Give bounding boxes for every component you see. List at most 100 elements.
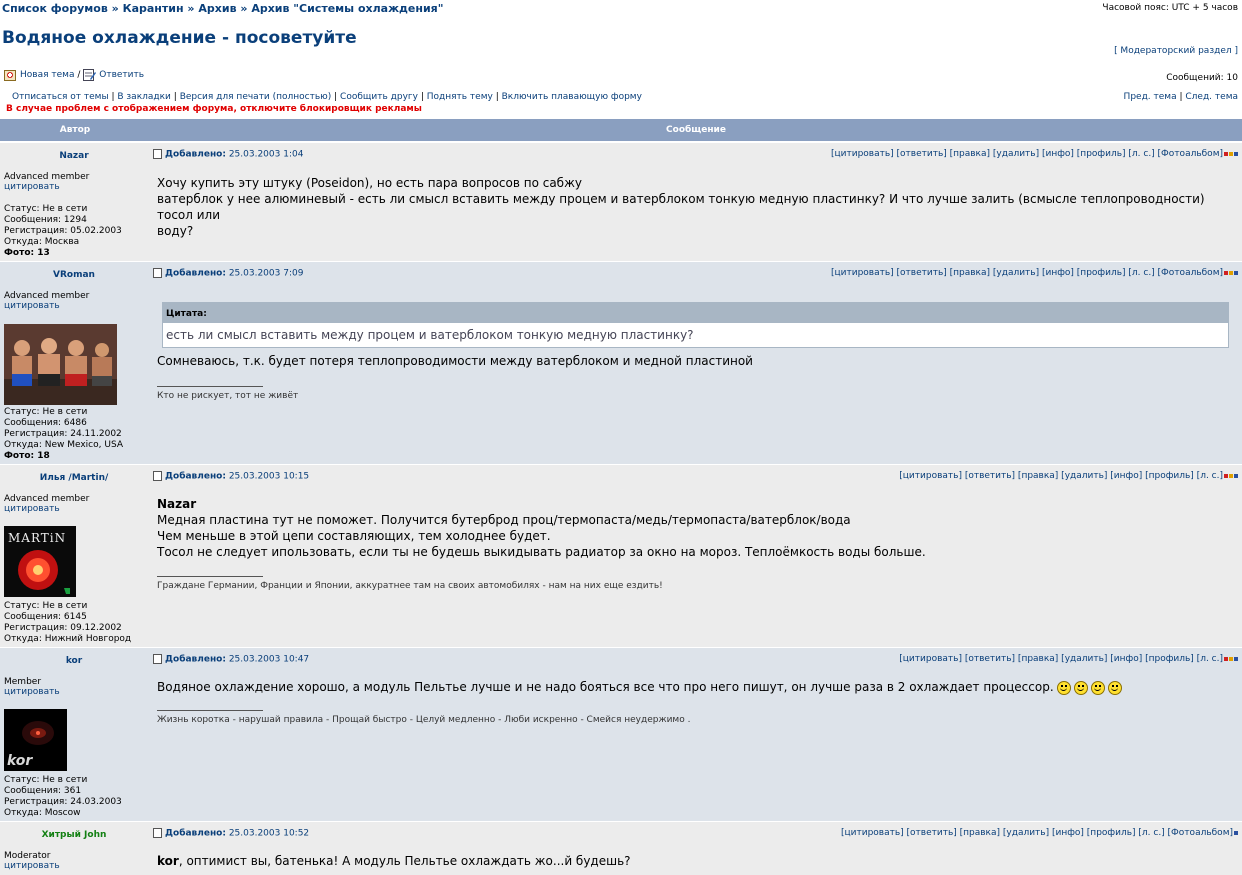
floating-form-link[interactable]: Включить плавающую форму (502, 92, 642, 102)
user-rank: Advanced member (4, 172, 90, 182)
user-registration: Регистрация: 05.02.2003 (4, 226, 122, 236)
addressee-name[interactable]: Nazar (157, 496, 926, 512)
message-count: Сообщений: 10 (1166, 73, 1238, 83)
post-text-line: Водяное охлаждение хорошо, а модуль Пель… (157, 680, 1054, 694)
post-header: Добавлено: 25.03.2003 10:52 (153, 828, 309, 839)
cite-link[interactable]: цитировать (4, 182, 144, 192)
breadcrumb-forums-link[interactable]: Список форумов (2, 2, 108, 15)
topic-navigation: Пред. тема | След. тема (1124, 92, 1238, 102)
post-buttons[interactable]: [цитировать] [ответить] [правка] [удалит… (899, 654, 1238, 664)
post-author-panel: Илья /Martin/ Advanced member цитировать (4, 465, 144, 514)
prev-topic-link[interactable]: Пред. тема (1124, 92, 1177, 102)
post-icon (153, 268, 162, 278)
user-registration: Регистрация: 09.12.2002 (4, 623, 122, 633)
smiley-icon (1056, 680, 1071, 695)
smiley-icon (1107, 680, 1122, 695)
reply-link[interactable]: Ответить (99, 70, 144, 80)
breadcrumb-quarantine-link[interactable]: Карантин (123, 2, 184, 15)
added-label: Добавлено: (165, 471, 226, 482)
timezone-label: Часовой пояс: UTC + 5 часов (1102, 3, 1238, 13)
cite-link[interactable]: цитировать (4, 687, 144, 697)
cite-link[interactable]: цитировать (4, 861, 144, 871)
unsubscribe-link[interactable]: Отписаться от темы (12, 92, 109, 102)
tell-friend-link[interactable]: Сообщить другу (340, 92, 418, 102)
post-author-panel: Хитрый John Moderator цитировать (4, 822, 144, 871)
addressee-name[interactable]: kor (157, 854, 179, 868)
avatar: kor (4, 709, 67, 771)
user-location: Откуда: Нижний Новгород (4, 634, 132, 644)
post-date: 25.03.2003 1:04 (228, 149, 304, 160)
post-action-links[interactable]: [цитировать] [ответить] [правка] [удалит… (841, 828, 1233, 838)
post-author-name[interactable]: kor (0, 656, 148, 666)
post-text-line: Сомневаюсь, т.к. будет потеря теплопрово… (157, 354, 753, 368)
author-column-header: Автор (59, 125, 91, 135)
status-dot-icon (1234, 656, 1238, 661)
signature: Жизнь коротка - нарушай правила - Прощай… (157, 710, 690, 725)
signature-divider (157, 576, 263, 577)
user-post-count: Сообщения: 6145 (4, 612, 87, 622)
post-text: Nazar Медная пластина тут не поможет. По… (157, 496, 926, 560)
cite-link[interactable]: цитировать (4, 504, 144, 514)
status-dot-icon (1224, 473, 1228, 478)
quote-text: есть ли смысл вставить между процем и ва… (166, 328, 694, 342)
post: VRoman Advanced member цитировать Статус… (0, 261, 1242, 464)
status-dot-icon (1224, 270, 1228, 275)
breadcrumb-separator: » (111, 2, 119, 15)
status-dot-icon (1234, 830, 1238, 835)
post-author-name[interactable]: Илья /Martin/ (0, 473, 148, 483)
status-dot-icon (1234, 473, 1238, 478)
post-text-line: ватерблок у нее алюминевый - есть ли смы… (157, 192, 1205, 222)
breadcrumb-archive-cooling-link[interactable]: Архив "Системы охлаждения" (251, 2, 443, 15)
post-action-links[interactable]: [цитировать] [ответить] [правка] [удалит… (899, 471, 1223, 481)
added-label: Добавлено: (165, 828, 226, 839)
post-author-panel: kor Member цитировать (4, 648, 144, 697)
post-author-name[interactable]: VRoman (0, 270, 148, 280)
user-status: Статус: Не в сети (4, 407, 88, 417)
post-buttons[interactable]: [цитировать] [ответить] [правка] [удалит… (899, 471, 1238, 481)
posts-table-header: Автор Сообщение (0, 119, 1242, 141)
post-buttons[interactable]: [цитировать] [ответить] [правка] [удалит… (841, 828, 1238, 838)
post-author-name[interactable]: Хитрый John (0, 830, 148, 840)
post-text: Сомневаюсь, т.к. будет потеря теплопрово… (157, 353, 753, 369)
new-topic-link[interactable]: Новая тема (20, 70, 74, 80)
user-rank: Moderator (4, 851, 51, 861)
status-dot-icon (1229, 270, 1233, 275)
breadcrumb-archive-link[interactable]: Архив (198, 2, 236, 15)
post-action-links[interactable]: [цитировать] [ответить] [правка] [удалит… (899, 654, 1223, 664)
post-buttons[interactable]: [цитировать] [ответить] [правка] [удалит… (831, 268, 1238, 278)
cite-link[interactable]: цитировать (4, 301, 144, 311)
avatar (4, 324, 117, 405)
breadcrumb: Список форумов » Карантин » Архив » Архи… (2, 2, 443, 15)
post-action-links[interactable]: [цитировать] [ответить] [правка] [удалит… (831, 268, 1223, 278)
user-photo-count[interactable]: Фото: 18 (4, 451, 50, 461)
post-text-line: Хочу купить эту штуку (Poseidon), но ест… (157, 176, 582, 190)
user-photo-count[interactable]: Фото: 13 (4, 248, 50, 258)
post-date: 25.03.2003 10:47 (228, 654, 310, 665)
new-topic-icon[interactable] (4, 68, 17, 81)
post-text-line: , оптимист вы, батенька! А модуль Пельть… (178, 854, 631, 868)
signature-text: Граждане Германии, Франции и Японии, акк… (157, 581, 663, 591)
post-author-name[interactable]: Nazar (0, 151, 148, 161)
post-text-line: воду? (157, 224, 194, 238)
print-version-link[interactable]: Версия для печати (полностью) (180, 92, 332, 102)
moderator-section-link[interactable]: [ Модераторский раздел ] (1114, 46, 1238, 56)
bookmark-link[interactable]: В закладки (117, 92, 171, 102)
user-post-count: Сообщения: 1294 (4, 215, 87, 225)
post-header: Добавлено: 25.03.2003 10:15 (153, 471, 309, 482)
next-topic-link[interactable]: След. тема (1185, 92, 1238, 102)
reply-icon[interactable] (83, 68, 97, 81)
post-icon (153, 149, 162, 159)
signature: Граждане Германии, Франции и Японии, акк… (157, 576, 663, 591)
post-date: 25.03.2003 10:52 (228, 828, 310, 839)
action-separator: / (77, 70, 81, 80)
bump-topic-link[interactable]: Поднять тему (427, 92, 493, 102)
post-buttons[interactable]: [цитировать] [ответить] [правка] [удалит… (831, 149, 1238, 159)
post: Nazar Advanced member цитировать Статус:… (0, 142, 1242, 261)
post-text: kor, оптимист вы, батенька! А модуль Пел… (157, 853, 631, 869)
post-action-links[interactable]: [цитировать] [ответить] [правка] [удалит… (831, 149, 1223, 159)
post-header: Добавлено: 25.03.2003 10:47 (153, 654, 309, 665)
user-location: Откуда: Moscow (4, 808, 81, 818)
post-icon (153, 471, 162, 481)
signature-text: Кто не рискует, тот не живёт (157, 391, 299, 401)
post: Хитрый John Moderator цитировать Добавле… (0, 821, 1242, 875)
